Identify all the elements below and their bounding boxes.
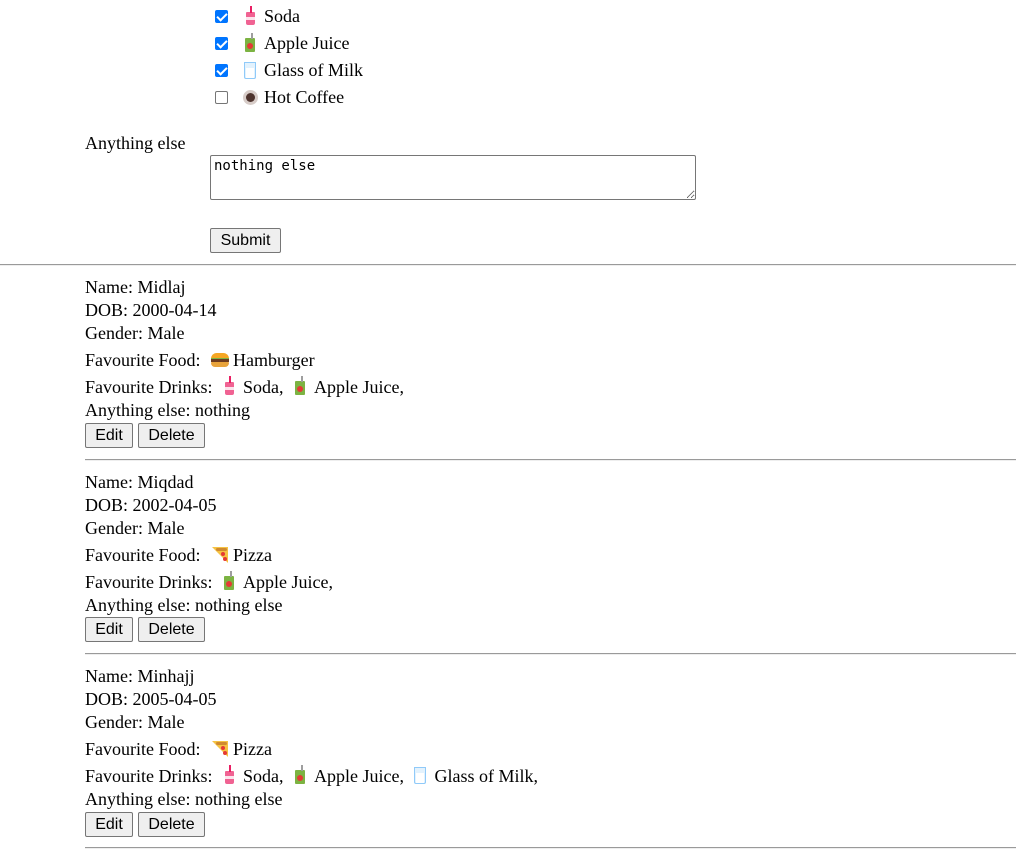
favourite-food-value: Hamburger (233, 350, 315, 370)
entry-divider (85, 653, 1016, 655)
favourite-food-value: Pizza (233, 739, 272, 759)
entry-favourite-drinks: Favourite Drinks: Apple Juice, (85, 571, 333, 593)
drink-option-glass-of-milk[interactable]: Glass of Milk (215, 59, 363, 81)
juice-box-icon (292, 376, 308, 396)
entry-favourite-food: Favourite Food: Hamburger (85, 349, 315, 371)
entry-gender: Gender: Male (85, 323, 185, 343)
drink-item: Apple Juice, (314, 766, 404, 786)
pizza-icon (211, 738, 227, 758)
delete-button[interactable]: Delete (138, 617, 205, 642)
hot-coffee-icon (242, 87, 258, 107)
soda-cup-icon (221, 376, 237, 396)
soda-cup-icon (221, 765, 237, 785)
entry-anything-else: Anything else: nothing else (85, 595, 283, 615)
drink-item: Soda, (243, 766, 284, 786)
juice-box-icon (292, 765, 308, 785)
favourite-drinks-label: Favourite Drinks: (85, 377, 213, 397)
edit-button[interactable]: Edit (85, 812, 133, 837)
favourite-drinks-label: Favourite Drinks: (85, 766, 213, 786)
entry-anything-else: Anything else: nothing (85, 400, 250, 420)
entry-favourite-food: Favourite Food: Pizza (85, 738, 272, 760)
drink-option-label: Apple Juice (264, 32, 350, 53)
entry-name: Name: Midlaj (85, 277, 186, 297)
form-divider (0, 264, 1016, 266)
drink-option-hot-coffee[interactable]: Hot Coffee (215, 86, 344, 108)
checkbox-soda[interactable] (215, 9, 228, 23)
glass-of-milk-icon (242, 60, 258, 80)
drink-item: Apple Juice, (243, 572, 333, 592)
drink-option-apple-juice[interactable]: Apple Juice (215, 32, 349, 54)
entry-favourite-drinks: Favourite Drinks: Soda, Apple Juice, (85, 376, 404, 398)
entry-name: Name: Minhajj (85, 666, 195, 686)
entry-name: Name: Miqdad (85, 472, 194, 492)
favourite-food-label: Favourite Food: (85, 350, 201, 370)
entry-dob: DOB: 2000-04-14 (85, 300, 217, 320)
drink-item: Glass of Milk, (434, 766, 538, 786)
soda-cup-icon (242, 6, 258, 26)
drink-option-label: Glass of Milk (264, 59, 363, 80)
anything-else-textarea[interactable] (210, 155, 696, 200)
juice-box-icon (221, 571, 237, 591)
entry-gender: Gender: Male (85, 712, 185, 732)
entry-favourite-drinks: Favourite Drinks: Soda, Apple Juice, Gla… (85, 765, 538, 787)
entry-favourite-food: Favourite Food: Pizza (85, 544, 272, 566)
hamburger-icon (211, 349, 229, 369)
checkbox-glass-of-milk[interactable] (215, 63, 228, 77)
drink-option-soda[interactable]: Soda (215, 5, 300, 27)
entry-divider (85, 459, 1016, 461)
drink-item: Apple Juice, (314, 377, 404, 397)
favourite-food-label: Favourite Food: (85, 545, 201, 565)
delete-button[interactable]: Delete (138, 423, 205, 448)
glass-of-milk-icon (412, 765, 428, 785)
edit-button[interactable]: Edit (85, 423, 133, 448)
entry-dob: DOB: 2002-04-05 (85, 495, 217, 515)
entry-anything-else: Anything else: nothing else (85, 789, 283, 809)
submit-button[interactable]: Submit (210, 228, 281, 253)
juice-box-icon (242, 33, 258, 53)
drink-option-label: Soda (264, 5, 300, 26)
checkbox-apple-juice[interactable] (215, 36, 228, 50)
drink-item: Soda, (243, 377, 284, 397)
edit-button[interactable]: Edit (85, 617, 133, 642)
pizza-icon (211, 544, 227, 564)
favourite-food-label: Favourite Food: (85, 739, 201, 759)
entry-dob: DOB: 2005-04-05 (85, 689, 217, 709)
anything-else-label: Anything else (85, 133, 186, 153)
entry-gender: Gender: Male (85, 518, 185, 538)
favourite-drinks-label: Favourite Drinks: (85, 572, 213, 592)
delete-button[interactable]: Delete (138, 812, 205, 837)
checkbox-hot-coffee[interactable] (215, 90, 228, 104)
drink-option-label: Hot Coffee (264, 86, 345, 107)
favourite-food-value: Pizza (233, 545, 272, 565)
